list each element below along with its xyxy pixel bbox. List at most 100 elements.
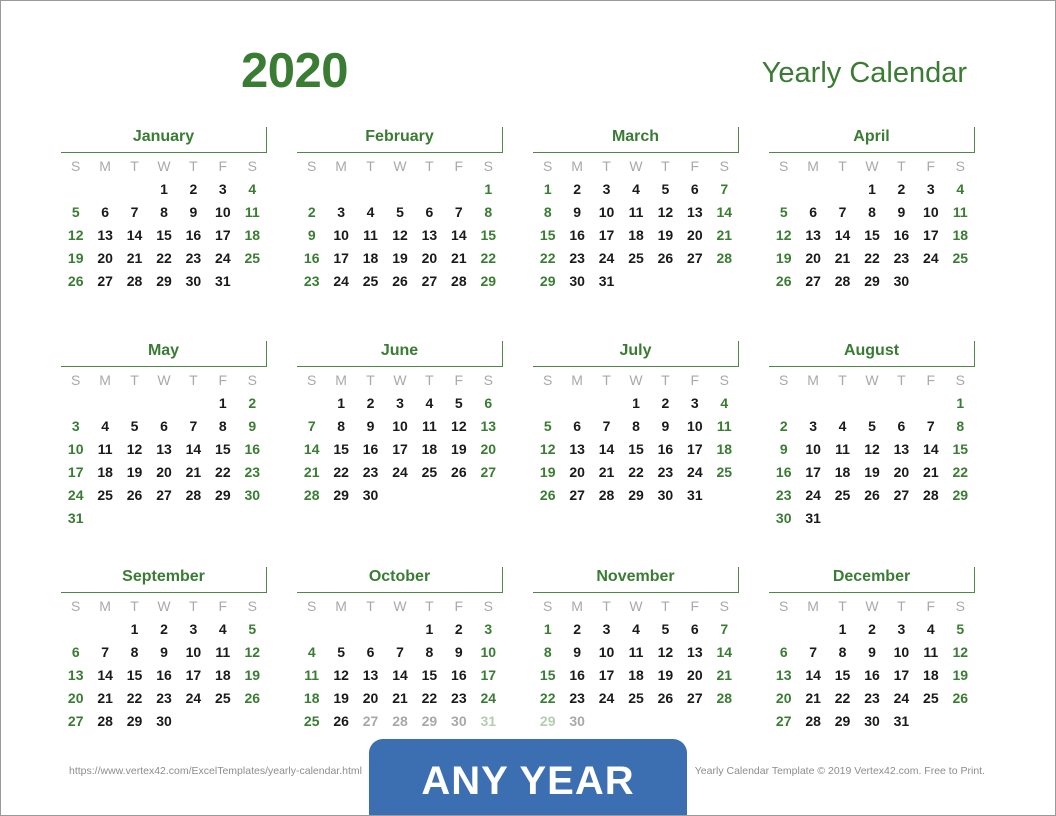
day-cell[interactable]: 24 (592, 247, 621, 270)
day-cell[interactable]: 6 (887, 415, 916, 438)
day-cell[interactable]: 27 (798, 270, 827, 293)
day-cell[interactable]: 31 (61, 507, 90, 530)
day-cell[interactable]: 5 (946, 618, 975, 641)
day-cell[interactable]: 6 (680, 178, 709, 201)
day-cell[interactable]: 7 (179, 415, 208, 438)
day-cell[interactable]: 20 (680, 664, 709, 687)
day-cell[interactable]: 25 (90, 484, 119, 507)
day-cell[interactable]: 2 (562, 618, 591, 641)
day-cell[interactable]: 19 (857, 461, 886, 484)
day-cell[interactable]: 1 (326, 392, 355, 415)
day-cell[interactable]: 1 (533, 618, 562, 641)
day-cell[interactable]: 16 (297, 247, 326, 270)
day-cell[interactable]: 15 (946, 438, 975, 461)
day-cell[interactable]: 12 (651, 201, 680, 224)
day-cell[interactable]: 11 (946, 201, 975, 224)
day-cell[interactable]: 13 (798, 224, 827, 247)
day-cell[interactable]: 22 (120, 687, 149, 710)
day-cell[interactable]: 16 (562, 664, 591, 687)
day-cell[interactable]: 26 (120, 484, 149, 507)
day-cell[interactable]: 10 (916, 201, 945, 224)
day-cell[interactable]: 23 (149, 687, 178, 710)
day-cell[interactable]: 18 (710, 438, 739, 461)
day-cell[interactable]: 25 (356, 270, 385, 293)
day-cell[interactable]: 13 (562, 438, 591, 461)
day-cell[interactable]: 1 (149, 178, 178, 201)
day-cell[interactable]: 4 (90, 415, 119, 438)
day-cell[interactable]: 6 (415, 201, 444, 224)
day-cell[interactable]: 5 (385, 201, 414, 224)
day-cell[interactable]: 24 (592, 687, 621, 710)
day-cell[interactable]: 5 (533, 415, 562, 438)
day-cell[interactable]: 3 (680, 392, 709, 415)
day-cell[interactable]: 17 (592, 224, 621, 247)
day-cell[interactable]: 6 (474, 392, 503, 415)
day-cell[interactable]: 2 (562, 178, 591, 201)
day-cell[interactable]: 22 (149, 247, 178, 270)
day-cell[interactable]: 4 (356, 201, 385, 224)
day-cell[interactable]: 4 (238, 178, 267, 201)
day-cell[interactable]: 4 (946, 178, 975, 201)
day-cell[interactable]: 14 (120, 224, 149, 247)
day-cell[interactable]: 8 (474, 201, 503, 224)
day-cell[interactable]: 26 (326, 710, 355, 733)
day-cell[interactable]: 22 (533, 247, 562, 270)
day-cell[interactable]: 14 (179, 438, 208, 461)
day-cell[interactable]: 11 (828, 438, 857, 461)
day-cell[interactable]: 26 (651, 687, 680, 710)
day-cell[interactable]: 6 (680, 618, 709, 641)
day-cell[interactable]: 28 (444, 270, 473, 293)
day-cell[interactable]: 17 (61, 461, 90, 484)
day-cell[interactable]: 12 (238, 641, 267, 664)
day-cell[interactable]: 2 (857, 618, 886, 641)
day-cell[interactable]: 6 (61, 641, 90, 664)
day-cell[interactable]: 31 (474, 710, 503, 733)
day-cell[interactable]: 21 (120, 247, 149, 270)
day-cell[interactable]: 17 (680, 438, 709, 461)
day-cell[interactable]: 26 (857, 484, 886, 507)
day-cell[interactable]: 4 (916, 618, 945, 641)
day-cell[interactable]: 16 (769, 461, 798, 484)
day-cell[interactable]: 12 (444, 415, 473, 438)
day-cell[interactable]: 13 (680, 201, 709, 224)
day-cell[interactable]: 3 (385, 392, 414, 415)
day-cell[interactable]: 21 (444, 247, 473, 270)
day-cell[interactable]: 7 (592, 415, 621, 438)
day-cell[interactable]: 20 (680, 224, 709, 247)
day-cell[interactable]: 19 (946, 664, 975, 687)
day-cell[interactable]: 11 (356, 224, 385, 247)
day-cell[interactable]: 15 (533, 224, 562, 247)
day-cell[interactable]: 16 (149, 664, 178, 687)
day-cell[interactable]: 2 (887, 178, 916, 201)
day-cell[interactable]: 10 (680, 415, 709, 438)
day-cell[interactable]: 1 (946, 392, 975, 415)
day-cell[interactable]: 9 (356, 415, 385, 438)
day-cell[interactable]: 18 (916, 664, 945, 687)
day-cell[interactable]: 28 (120, 270, 149, 293)
day-cell[interactable]: 22 (326, 461, 355, 484)
day-cell[interactable]: 18 (208, 664, 237, 687)
day-cell[interactable]: 11 (90, 438, 119, 461)
day-cell[interactable]: 11 (710, 415, 739, 438)
day-cell[interactable]: 11 (415, 415, 444, 438)
day-cell[interactable]: 11 (916, 641, 945, 664)
day-cell[interactable]: 12 (857, 438, 886, 461)
day-cell[interactable]: 29 (415, 710, 444, 733)
day-cell[interactable]: 9 (857, 641, 886, 664)
day-cell[interactable]: 1 (415, 618, 444, 641)
day-cell[interactable]: 25 (621, 687, 650, 710)
day-cell[interactable]: 7 (828, 201, 857, 224)
day-cell[interactable]: 23 (356, 461, 385, 484)
day-cell[interactable]: 17 (592, 664, 621, 687)
day-cell[interactable]: 30 (769, 507, 798, 530)
day-cell[interactable]: 2 (238, 392, 267, 415)
day-cell[interactable]: 9 (297, 224, 326, 247)
day-cell[interactable]: 30 (149, 710, 178, 733)
day-cell[interactable]: 13 (769, 664, 798, 687)
day-cell[interactable]: 30 (356, 484, 385, 507)
day-cell[interactable]: 22 (208, 461, 237, 484)
day-cell[interactable]: 26 (385, 270, 414, 293)
day-cell[interactable]: 23 (179, 247, 208, 270)
day-cell[interactable]: 24 (179, 687, 208, 710)
day-cell[interactable]: 14 (444, 224, 473, 247)
